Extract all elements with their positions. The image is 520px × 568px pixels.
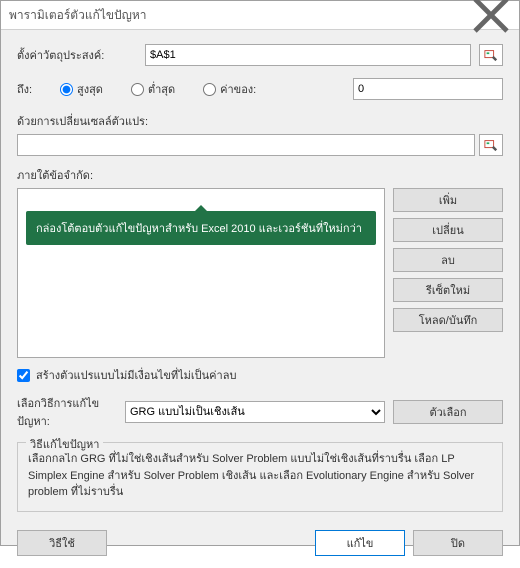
nonneg-label: สร้างตัวแปรแบบไม่มีเงื่อนไขที่ไม่เป็นค่า… <box>36 366 236 384</box>
help-button[interactable]: วิธีใช้ <box>17 530 107 556</box>
add-button[interactable]: เพิ่ม <box>393 188 503 212</box>
delete-button[interactable]: ลบ <box>393 248 503 272</box>
objective-input[interactable] <box>145 44 471 66</box>
by-changing-label: ด้วยการเปลี่ยนเซลล์ตัวแปร: <box>17 112 503 130</box>
close-button[interactable]: ปิด <box>413 530 503 556</box>
to-label: ถึง: <box>17 80 52 98</box>
radio-min[interactable]: ต่ำสุด <box>131 80 175 98</box>
window-close-button[interactable] <box>471 1 511 29</box>
radio-max-input[interactable] <box>60 83 73 96</box>
titlebar: พารามิเตอร์ตัวแก้ไขปัญหา <box>1 1 519 30</box>
tooltip-text: กล่องโต้ตอบตัวแก้ไขปัญหาสำหรับ Excel 201… <box>36 223 362 235</box>
reset-button[interactable]: รีเซ็ตใหม่ <box>393 278 503 302</box>
solve-button[interactable]: แก้ไข <box>315 530 405 556</box>
nonneg-checkbox-row[interactable]: สร้างตัวแปรแบบไม่มีเงื่อนไขที่ไม่เป็นค่า… <box>17 366 503 384</box>
method-select[interactable]: GRG แบบไม่เป็นเชิงเส้น <box>125 401 385 423</box>
radio-max-label: สูงสุด <box>77 80 103 98</box>
load-save-button[interactable]: โหลด/บันทึก <box>393 308 503 332</box>
by-changing-ref-button[interactable] <box>479 134 503 156</box>
objective-label: ตั้งค่าวัตถุประสงค์: <box>17 46 137 64</box>
window-title: พารามิเตอร์ตัวแก้ไขปัญหา <box>9 6 471 25</box>
constraints-label: ภายใต้ข้อจำกัด: <box>17 166 503 184</box>
radio-min-input[interactable] <box>131 83 144 96</box>
radio-value-input[interactable] <box>203 83 216 96</box>
constraints-list[interactable]: กล่องโต้ตอบตัวแก้ไขปัญหาสำหรับ Excel 201… <box>17 188 385 358</box>
info-tooltip: กล่องโต้ตอบตัวแก้ไขปัญหาสำหรับ Excel 201… <box>26 211 376 245</box>
radio-max[interactable]: สูงสุด <box>60 80 103 98</box>
method-description-group: วิธีแก้ไขปัญหา เลือกกลไก GRG ที่ไม่ใช่เช… <box>17 442 503 512</box>
value-of-input[interactable] <box>353 78 503 100</box>
radio-value-of[interactable]: ค่าของ: <box>203 80 256 98</box>
radio-value-label: ค่าของ: <box>220 80 256 98</box>
range-select-icon <box>484 48 498 62</box>
group-title: วิธีแก้ไขปัญหา <box>26 435 103 453</box>
radio-min-label: ต่ำสุด <box>148 80 175 98</box>
change-button[interactable]: เปลี่ยน <box>393 218 503 242</box>
nonneg-checkbox[interactable] <box>17 369 30 382</box>
dialog-body: ตั้งค่าวัตถุประสงค์: ถึง: สูงสุด ต่ <box>1 30 519 568</box>
group-text: เลือกกลไก GRG ที่ไม่ใช่เชิงเส้นสำหรับ So… <box>28 451 492 501</box>
options-button[interactable]: ตัวเลือก <box>393 400 503 424</box>
by-changing-input[interactable] <box>17 134 475 156</box>
objective-ref-button[interactable] <box>479 44 503 66</box>
solver-parameters-dialog: พารามิเตอร์ตัวแก้ไขปัญหา ตั้งค่าวัตถุประ… <box>0 0 520 546</box>
method-label: เลือกวิธีการแก้ไขปัญหา: <box>17 394 117 430</box>
range-select-icon <box>484 138 498 152</box>
